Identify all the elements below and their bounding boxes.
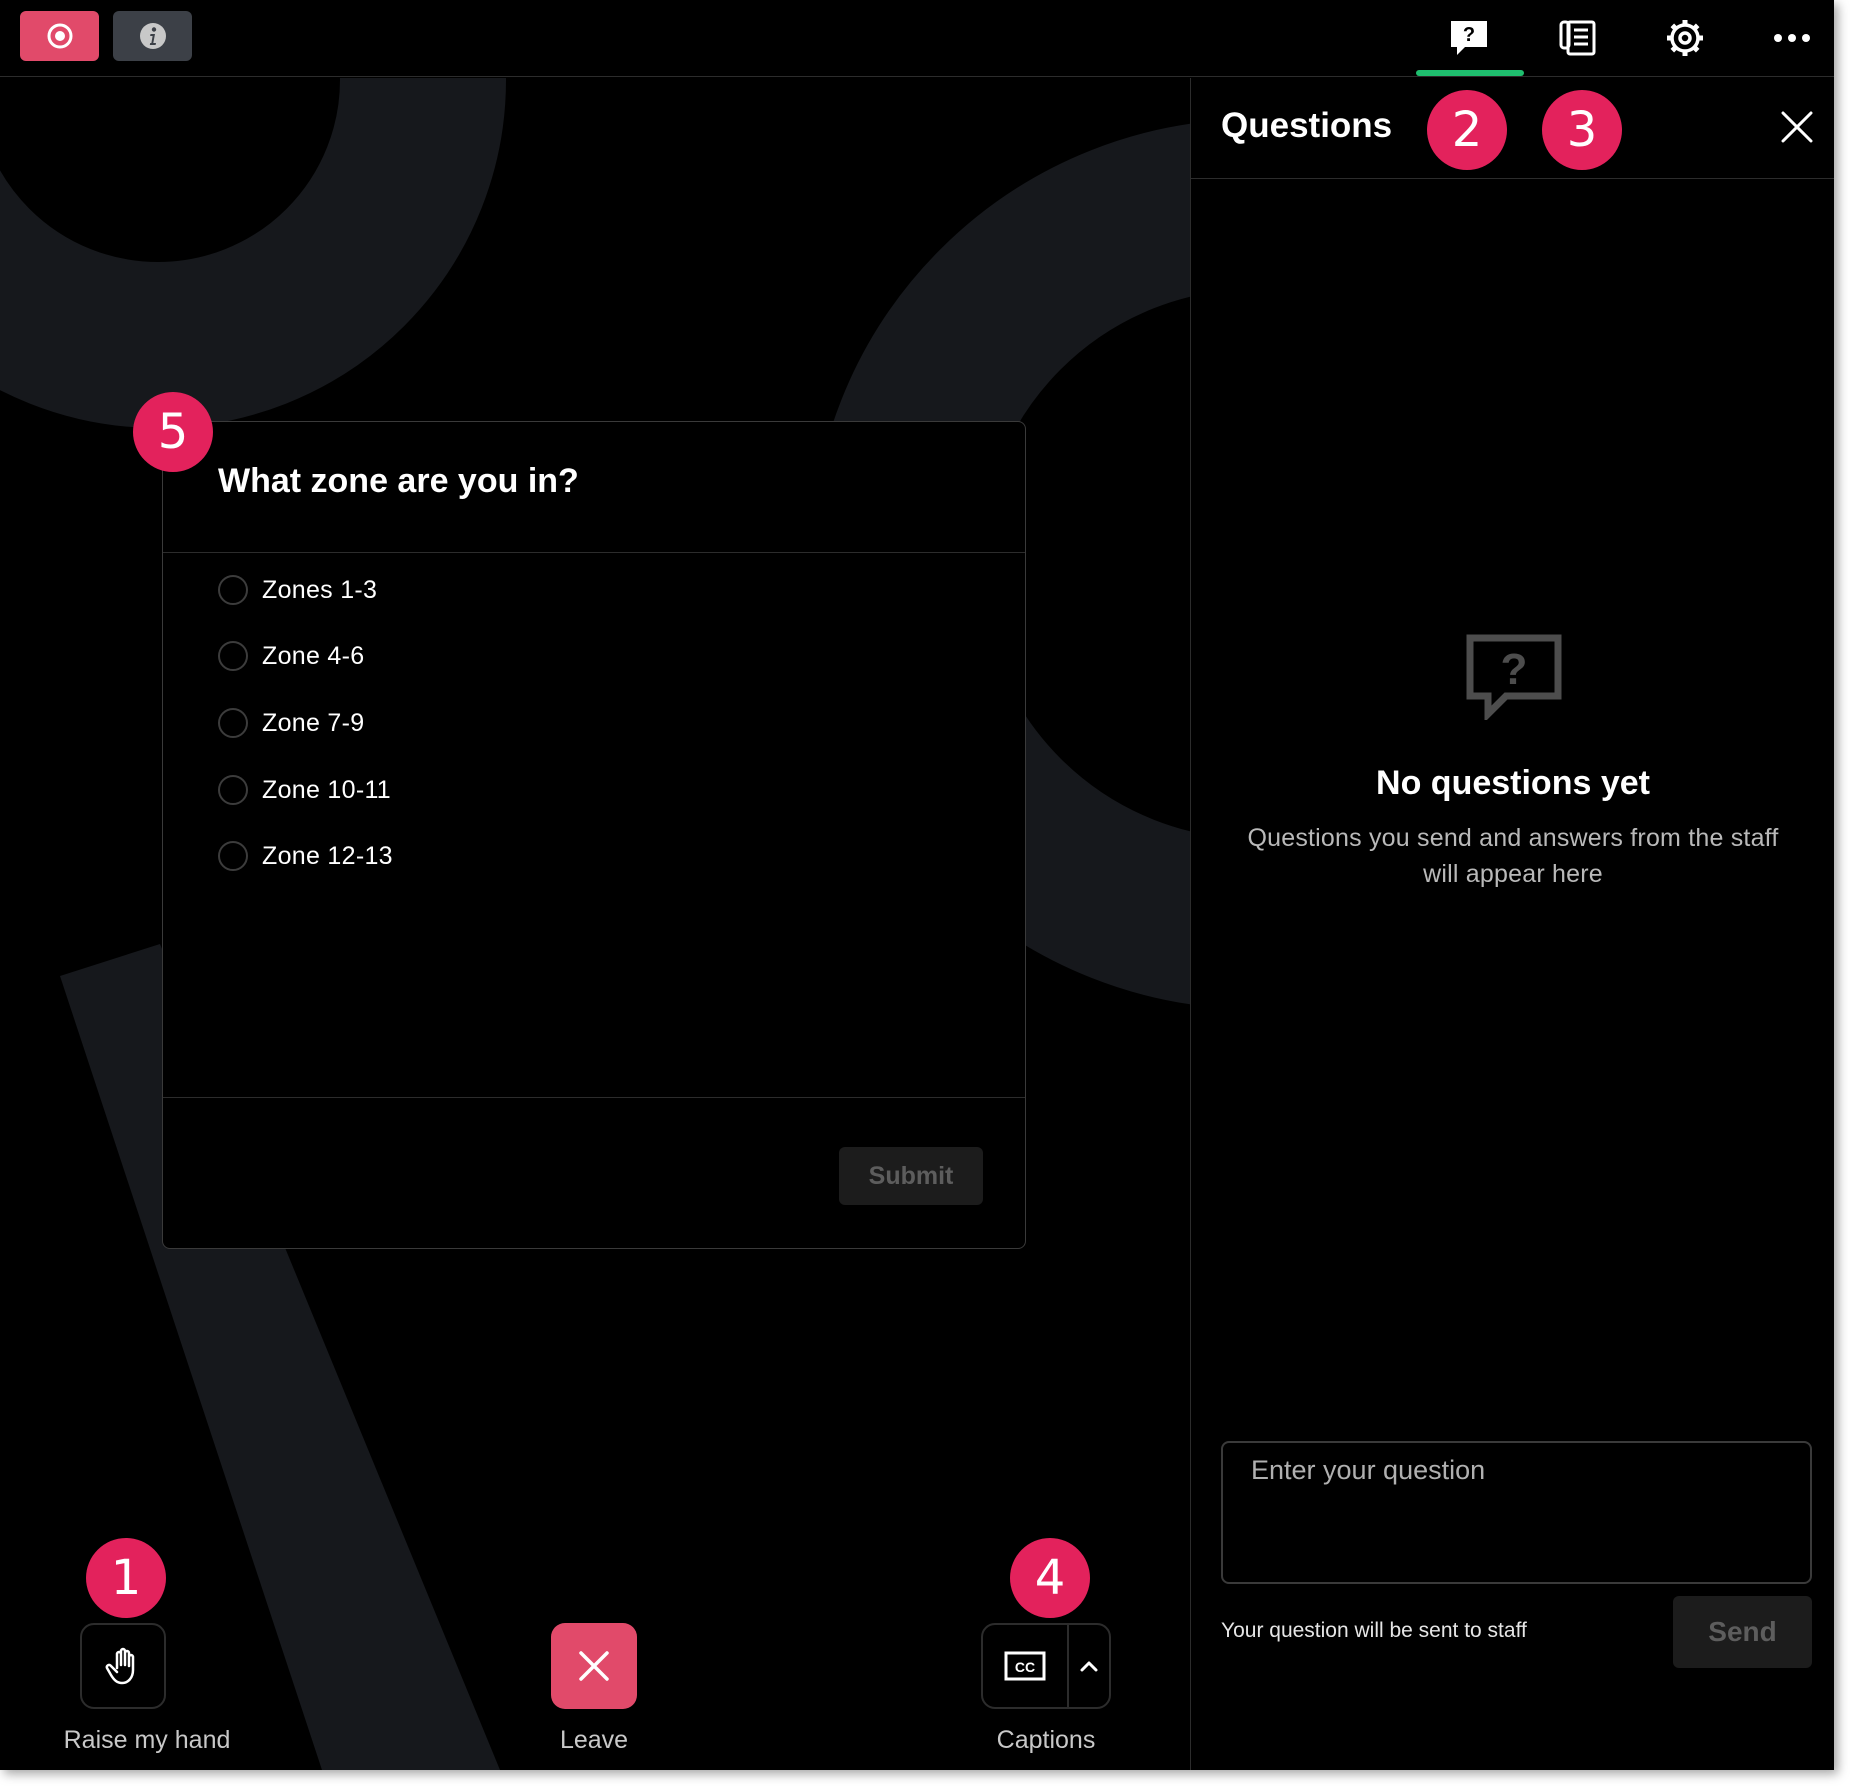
poll-option[interactable]: Zones 1-3 bbox=[218, 570, 377, 610]
option-label: Zones 1-3 bbox=[262, 575, 378, 604]
tab-settings[interactable] bbox=[1655, 10, 1715, 66]
questions-panel: Questions ? No questions yet Questions y… bbox=[1190, 78, 1834, 1770]
info-icon bbox=[139, 23, 166, 49]
gear-icon bbox=[1667, 20, 1703, 56]
panel-title: Questions bbox=[1221, 106, 1393, 145]
captions-label: Captions bbox=[996, 1726, 1096, 1754]
leave-button[interactable] bbox=[551, 1623, 637, 1709]
close-icon bbox=[1781, 111, 1813, 143]
divider bbox=[163, 1097, 1025, 1098]
svg-text:CC: CC bbox=[1015, 1659, 1035, 1675]
tab-documents[interactable] bbox=[1548, 10, 1608, 66]
info-button[interactable] bbox=[113, 11, 192, 61]
tab-more[interactable] bbox=[1762, 10, 1822, 66]
annotation-marker: 5 bbox=[133, 392, 213, 472]
poll-option[interactable]: Zone 7-9 bbox=[218, 703, 364, 743]
option-label: Zone 12-13 bbox=[262, 841, 393, 870]
poll-option[interactable]: Zone 4-6 bbox=[218, 636, 364, 676]
question-bubble-icon: ? bbox=[1451, 21, 1487, 55]
record-icon bbox=[47, 23, 72, 49]
close-panel-button[interactable] bbox=[1776, 106, 1818, 148]
chevron-up-icon bbox=[1080, 1661, 1098, 1672]
captions-button[interactable]: CC bbox=[983, 1625, 1069, 1707]
svg-text:?: ? bbox=[1463, 24, 1475, 46]
raise-hand-button[interactable] bbox=[80, 1623, 166, 1709]
empty-state-description: Questions you send and answers from the … bbox=[1247, 824, 1779, 888]
radio-button[interactable] bbox=[218, 708, 248, 738]
send-button[interactable]: Send bbox=[1673, 1596, 1812, 1668]
poll-card: What zone are you in? Zones 1-3 Zone 4-6… bbox=[162, 421, 1026, 1249]
question-hint: Your question will be sent to staff bbox=[1221, 1619, 1527, 1642]
radio-button[interactable] bbox=[218, 841, 248, 871]
poll-option[interactable]: Zone 10-11 bbox=[218, 770, 391, 810]
empty-state-title: No questions yet bbox=[1376, 764, 1650, 802]
annotation-marker: 1 bbox=[86, 1538, 166, 1618]
annotation-marker: 3 bbox=[1542, 90, 1622, 170]
radio-button[interactable] bbox=[218, 641, 248, 671]
question-input[interactable] bbox=[1221, 1441, 1812, 1584]
hand-icon bbox=[105, 1647, 135, 1685]
close-icon bbox=[579, 1651, 609, 1681]
radio-button[interactable] bbox=[218, 775, 248, 805]
tab-questions[interactable]: ? bbox=[1439, 10, 1499, 66]
app-window: ? What zone are you in? Zones 1-3 Zone 4… bbox=[0, 0, 1834, 1770]
cc-icon: CC bbox=[1004, 1651, 1046, 1681]
annotation-marker: 2 bbox=[1427, 90, 1507, 170]
question-bubble-icon: ? bbox=[1466, 634, 1562, 720]
stage-area: What zone are you in? Zones 1-3 Zone 4-6… bbox=[0, 78, 1190, 1770]
leave-label: Leave bbox=[559, 1726, 629, 1754]
radio-button[interactable] bbox=[218, 575, 248, 605]
option-label: Zone 4-6 bbox=[262, 641, 365, 670]
captions-control: CC bbox=[981, 1623, 1111, 1709]
record-button[interactable] bbox=[20, 11, 99, 61]
more-horizontal-icon bbox=[1774, 34, 1810, 42]
raise-hand-label: Raise my hand bbox=[63, 1726, 231, 1754]
captions-options-button[interactable] bbox=[1069, 1625, 1109, 1707]
poll-question: What zone are you in? bbox=[218, 462, 579, 500]
active-tab-indicator bbox=[1416, 70, 1524, 76]
option-label: Zone 10-11 bbox=[262, 775, 392, 804]
top-bar: ? bbox=[0, 0, 1834, 77]
divider bbox=[163, 552, 1025, 553]
poll-option[interactable]: Zone 12-13 bbox=[218, 836, 393, 876]
panel-header: Questions bbox=[1191, 78, 1834, 179]
annotation-marker: 4 bbox=[1010, 1538, 1090, 1618]
svg-text:?: ? bbox=[1501, 645, 1528, 694]
submit-button[interactable]: Submit bbox=[839, 1147, 983, 1205]
document-list-icon bbox=[1559, 20, 1596, 56]
option-label: Zone 7-9 bbox=[262, 708, 365, 737]
